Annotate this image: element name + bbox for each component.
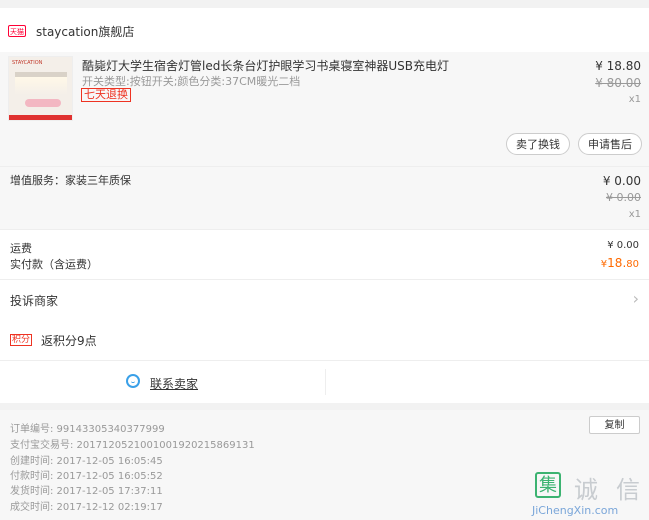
resell-button[interactable]: 卖了换钱 bbox=[506, 133, 570, 155]
product-spec: 开关类型:按钮开关;颜色分类:37CM暖光二档 bbox=[82, 75, 301, 88]
product-title[interactable]: 酷毙灯大学生宿舍灯管led长条台灯护眼学习书桌寝室神器USB充电灯 bbox=[82, 57, 502, 74]
product-thumbnail[interactable]: STAYCATION bbox=[8, 56, 73, 121]
order-item[interactable]: STAYCATION 酷毙灯大学生宿舍灯管led长条台灯护眼学习书桌寝室神器US… bbox=[0, 52, 649, 166]
complain-label[interactable]: 投诉商家 bbox=[10, 292, 58, 309]
service-original-price: ¥ 0.00 bbox=[606, 191, 641, 204]
watermark-logo: 集 诚 信 JiChengXin.com bbox=[532, 470, 648, 520]
service-quantity: x1 bbox=[628, 209, 641, 220]
chevron-right-icon: › bbox=[128, 21, 134, 37]
thumbnail-brand: STAYCATION bbox=[12, 60, 43, 66]
copy-button[interactable]: 复制 bbox=[589, 416, 640, 434]
top-strip bbox=[0, 0, 649, 8]
completed-time: 成交时间: 2017-12-12 02:19:17 bbox=[10, 502, 163, 513]
paid-amount: ¥18.80 bbox=[600, 256, 639, 270]
store-name[interactable]: staycation旗舰店 bbox=[36, 23, 134, 40]
after-sale-button[interactable]: 申请售后 bbox=[578, 133, 642, 155]
product-quantity: x1 bbox=[628, 94, 641, 105]
contact-seller-link[interactable]: 联系卖家 bbox=[150, 375, 198, 392]
points-tag: 积分 bbox=[10, 334, 33, 346]
alipay-trade-number: 支付宝交易号: 2017120521001001920215869131 bbox=[10, 440, 255, 451]
tmall-badge-icon: 天猫 bbox=[8, 25, 26, 37]
product-price: ¥ 18.80 bbox=[595, 59, 641, 73]
contact-bar: 联系卖家 bbox=[0, 360, 649, 403]
watermark-char-1: 集 bbox=[535, 472, 561, 498]
chevron-right-icon: › bbox=[632, 289, 639, 308]
chat-icon[interactable] bbox=[126, 374, 140, 388]
shipped-time: 发货时间: 2017-12-05 17:37:11 bbox=[10, 486, 163, 497]
value-added-service: 增值服务：家装三年质保 ¥ 0.00 ¥ 0.00 x1 bbox=[0, 166, 649, 230]
shipping-value: ¥ 0.00 bbox=[607, 240, 639, 251]
order-number: 订单编号: 99143305340377999 bbox=[10, 424, 165, 435]
watermark-char-3: 信 bbox=[616, 476, 640, 504]
created-time: 创建时间: 2017-12-05 16:05:45 bbox=[10, 456, 163, 467]
complain-merchant-row[interactable]: 投诉商家 › bbox=[0, 279, 649, 321]
points-row: 积分 返积分9点 bbox=[0, 320, 649, 360]
store-header[interactable]: 天猫 staycation旗舰店 › bbox=[0, 8, 649, 52]
watermark-url: JiChengXin.com bbox=[532, 504, 619, 517]
points-text: 返积分9点 bbox=[41, 334, 97, 348]
return-policy-tag: 七天退换 bbox=[81, 88, 131, 102]
watermark-char-2: 诚 bbox=[574, 476, 598, 504]
shipping-label: 运费 bbox=[10, 242, 32, 255]
divider bbox=[325, 369, 326, 395]
service-label: 增值服务：家装三年质保 bbox=[10, 174, 131, 187]
service-price: ¥ 0.00 bbox=[602, 174, 641, 188]
paid-label: 实付款（含运费） bbox=[10, 258, 98, 271]
paid-time: 付款时间: 2017-12-05 16:05:52 bbox=[10, 471, 163, 482]
product-original-price: ¥ 80.00 bbox=[595, 76, 641, 90]
order-totals: 运费 ¥ 0.00 实付款（含运费） ¥18.80 bbox=[0, 229, 649, 279]
